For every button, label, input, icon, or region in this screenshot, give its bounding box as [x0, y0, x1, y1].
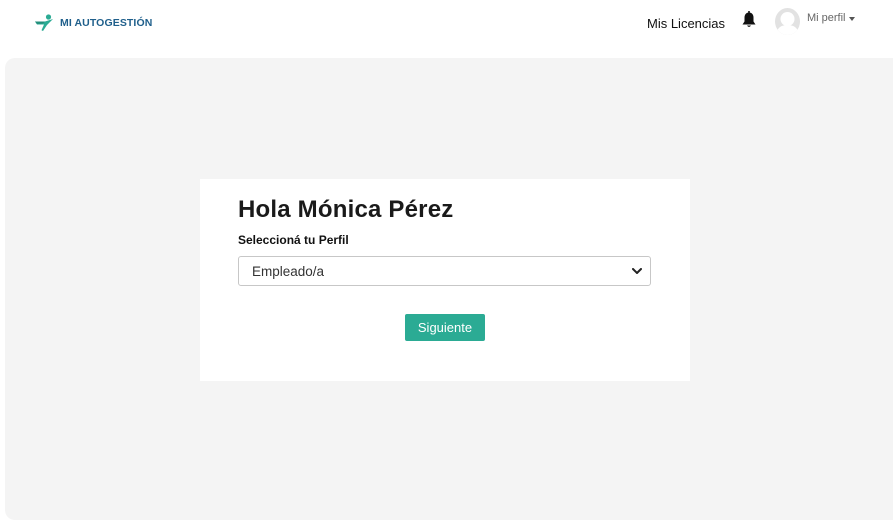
- caret-down-icon: [848, 16, 855, 21]
- nav-mis-licencias-link[interactable]: Mis Licencias: [647, 16, 725, 31]
- brand-logo-icon: [35, 14, 53, 31]
- next-button[interactable]: Siguiente: [405, 314, 485, 341]
- bell-icon[interactable]: [741, 11, 757, 29]
- nav-mi-perfil-dropdown[interactable]: Mi perfil: [807, 12, 855, 24]
- brand-name: MI AUTOGESTIÓN: [60, 17, 153, 29]
- profile-select-value: Empleado/a: [252, 264, 325, 279]
- chevron-down-icon: [632, 268, 642, 274]
- nav-mi-perfil-label: Mi perfil: [807, 12, 846, 24]
- greeting-title: Hola Mónica Pérez: [238, 196, 454, 223]
- avatar-placeholder-icon[interactable]: [775, 8, 800, 35]
- nav-right: Mis Licencias Mi perfil: [593, 0, 893, 48]
- brand[interactable]: MI AUTOGESTIÓN: [34, 13, 152, 33]
- profile-select-label: Seleccioná tu Perfil: [238, 233, 349, 247]
- top-navbar: MI AUTOGESTIÓN Mis Licencias Mi perfil: [0, 0, 893, 52]
- profile-selection-card: Hola Mónica Pérez Seleccioná tu Perfil E…: [200, 179, 690, 381]
- profile-select[interactable]: Empleado/a: [238, 256, 651, 286]
